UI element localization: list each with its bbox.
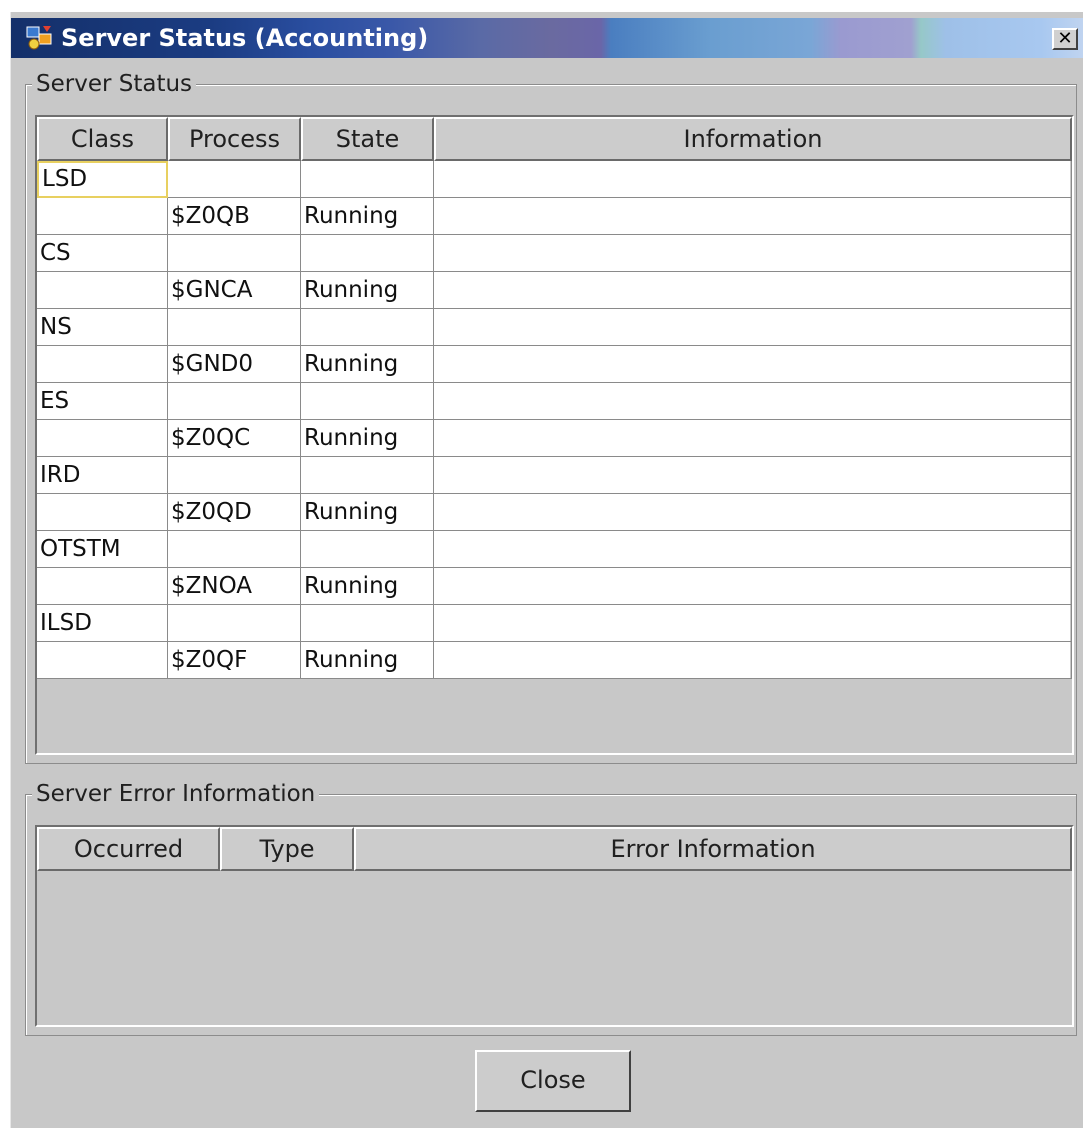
server-status-group: Server Status Class Process State Inform…: [25, 70, 1077, 764]
table-row[interactable]: $Z0QD Running: [37, 494, 1072, 531]
cell-state[interactable]: Running: [301, 346, 434, 383]
cell-state[interactable]: Running: [301, 198, 434, 235]
table-row[interactable]: CS: [37, 235, 1072, 272]
cell-process[interactable]: [168, 605, 301, 642]
table-row[interactable]: $GNCA Running: [37, 272, 1072, 309]
table-row[interactable]: $ZNOA Running: [37, 568, 1072, 605]
cell-class[interactable]: ILSD: [37, 605, 168, 642]
cell-class[interactable]: NS: [37, 309, 168, 346]
app-icon: [26, 26, 52, 50]
server-error-legend: Server Error Information: [32, 780, 320, 808]
table-row[interactable]: $GND0 Running: [37, 346, 1072, 383]
table-row[interactable]: OTSTM: [37, 531, 1072, 568]
cell-state[interactable]: [301, 235, 434, 272]
cell-class[interactable]: OTSTM: [37, 531, 168, 568]
cell-information[interactable]: [434, 235, 1072, 272]
cell-information[interactable]: [434, 346, 1072, 383]
cell-class[interactable]: CS: [37, 235, 168, 272]
cell-process[interactable]: $Z0QC: [168, 420, 301, 457]
cell-process[interactable]: $Z0QF: [168, 642, 301, 679]
cell-state[interactable]: Running: [301, 420, 434, 457]
cell-class[interactable]: [37, 198, 168, 235]
cell-state[interactable]: [301, 531, 434, 568]
cell-information[interactable]: [434, 198, 1072, 235]
cell-information[interactable]: [434, 309, 1072, 346]
column-header-occurred[interactable]: Occurred: [37, 827, 220, 871]
column-header-type[interactable]: Type: [220, 827, 354, 871]
window-title: Server Status (Accounting): [61, 24, 429, 52]
cell-information[interactable]: [434, 272, 1072, 309]
table-row[interactable]: NS: [37, 309, 1072, 346]
cell-state[interactable]: [301, 605, 434, 642]
table-row[interactable]: ES: [37, 383, 1072, 420]
cell-information[interactable]: [434, 642, 1072, 679]
close-icon: ✕: [1057, 28, 1073, 49]
server-status-header: Class Process State Information: [37, 117, 1072, 161]
cell-state[interactable]: Running: [301, 494, 434, 531]
cell-class[interactable]: [37, 642, 168, 679]
cell-class[interactable]: [37, 272, 168, 309]
cell-process[interactable]: [168, 457, 301, 494]
cell-process[interactable]: $ZNOA: [168, 568, 301, 605]
cell-state[interactable]: [301, 457, 434, 494]
server-error-table[interactable]: Occurred Type Error Information: [35, 825, 1074, 1027]
server-error-group: Server Error Information Occurred Type E…: [25, 780, 1077, 1036]
cell-class[interactable]: ES: [37, 383, 168, 420]
cell-class[interactable]: [37, 568, 168, 605]
title-bar[interactable]: Server Status (Accounting) ✕: [11, 18, 1083, 58]
cell-class[interactable]: IRD: [37, 457, 168, 494]
cell-class[interactable]: [37, 420, 168, 457]
table-row[interactable]: $Z0QC Running: [37, 420, 1072, 457]
server-error-header: Occurred Type Error Information: [37, 827, 1072, 871]
cell-state[interactable]: Running: [301, 272, 434, 309]
close-window-button[interactable]: ✕: [1052, 28, 1078, 50]
cell-process[interactable]: $GNCA: [168, 272, 301, 309]
cell-state[interactable]: [301, 161, 434, 198]
cell-information[interactable]: [434, 531, 1072, 568]
cell-information[interactable]: [434, 568, 1072, 605]
cell-class[interactable]: LSD: [37, 161, 168, 198]
cell-state[interactable]: [301, 309, 434, 346]
cell-information[interactable]: [434, 457, 1072, 494]
cell-information[interactable]: [434, 494, 1072, 531]
cell-process[interactable]: [168, 235, 301, 272]
close-button[interactable]: Close: [475, 1050, 631, 1112]
column-header-class[interactable]: Class: [37, 117, 168, 161]
table-row[interactable]: IRD: [37, 457, 1072, 494]
cell-process[interactable]: $GND0: [168, 346, 301, 383]
cell-information[interactable]: [434, 161, 1072, 198]
server-status-table[interactable]: Class Process State Information LSD $Z0QB…: [35, 115, 1074, 755]
cell-state[interactable]: [301, 383, 434, 420]
cell-information[interactable]: [434, 605, 1072, 642]
cell-state[interactable]: Running: [301, 642, 434, 679]
cell-information[interactable]: [434, 383, 1072, 420]
column-header-state[interactable]: State: [301, 117, 434, 161]
cell-state[interactable]: Running: [301, 568, 434, 605]
server-status-dialog: Server Status (Accounting) ✕ Server Stat…: [10, 12, 1083, 1128]
cell-process[interactable]: [168, 309, 301, 346]
cell-class[interactable]: [37, 346, 168, 383]
cell-process[interactable]: $Z0QB: [168, 198, 301, 235]
column-header-information[interactable]: Information: [434, 117, 1072, 161]
cell-process[interactable]: $Z0QD: [168, 494, 301, 531]
cell-information[interactable]: [434, 420, 1072, 457]
cell-process[interactable]: [168, 383, 301, 420]
table-row[interactable]: $Z0QF Running: [37, 642, 1072, 679]
table-row[interactable]: ILSD: [37, 605, 1072, 642]
column-header-error-information[interactable]: Error Information: [354, 827, 1072, 871]
server-status-legend: Server Status: [32, 70, 197, 98]
table-row[interactable]: LSD: [37, 161, 1072, 198]
cell-process[interactable]: [168, 161, 301, 198]
cell-class[interactable]: [37, 494, 168, 531]
column-header-process[interactable]: Process: [168, 117, 301, 161]
cell-process[interactable]: [168, 531, 301, 568]
table-row[interactable]: $Z0QB Running: [37, 198, 1072, 235]
